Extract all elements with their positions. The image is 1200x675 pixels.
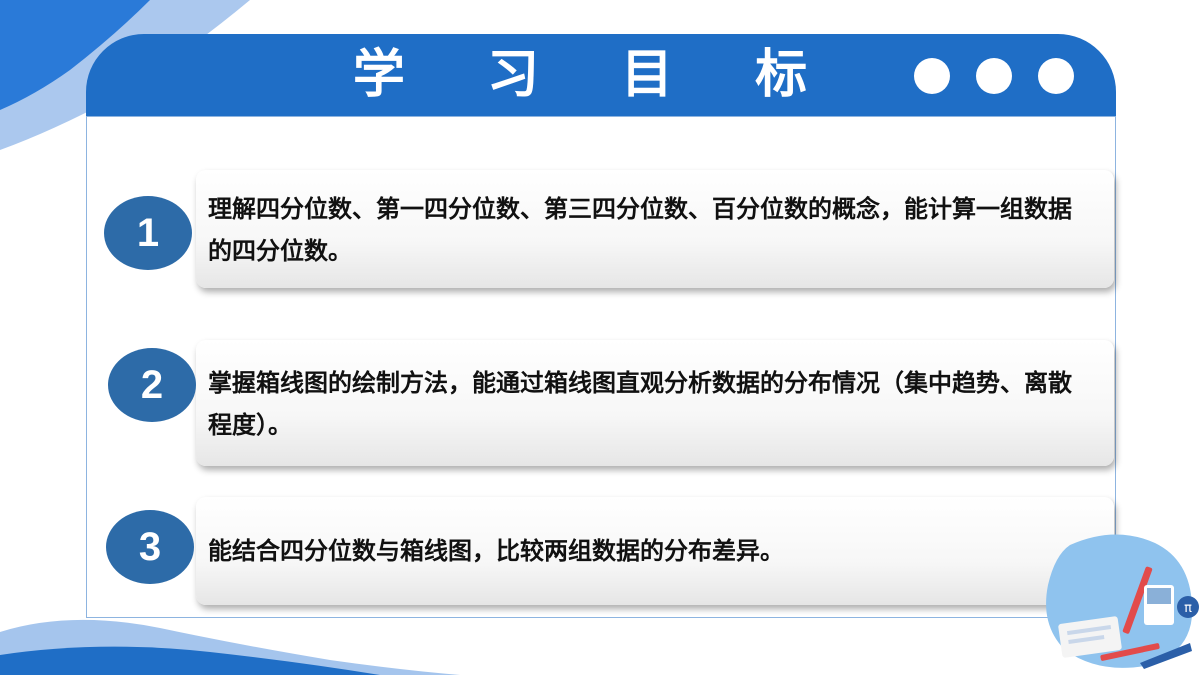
math-study-illustration-icon: π bbox=[1046, 534, 1199, 669]
goal-card-1: 理解四分位数、第一四分位数、第三四分位数、百分位数的概念，能计算一组数据的四分位… bbox=[196, 170, 1114, 288]
goal-number-2: 2 bbox=[108, 348, 196, 422]
goal-number-1: 1 bbox=[104, 196, 192, 270]
goal-text-3: 能结合四分位数与箱线图，比较两组数据的分布差异。 bbox=[208, 537, 784, 565]
title-banner: 学 习 目 标 bbox=[86, 34, 1116, 116]
goal-card-2: 掌握箱线图的绘制方法，能通过箱线图直观分析数据的分布情况（集中趋势、离散程度）。 bbox=[196, 340, 1114, 466]
banner-dot-1 bbox=[914, 58, 950, 94]
banner-dot-2 bbox=[976, 58, 1012, 94]
banner-dot-3 bbox=[1038, 58, 1074, 94]
bottom-left-blue-wave bbox=[0, 646, 380, 675]
goal-number-3: 3 bbox=[106, 510, 194, 584]
page-title: 学 习 目 标 bbox=[352, 45, 840, 105]
svg-text:π: π bbox=[1184, 601, 1192, 616]
goal-text-2: 掌握箱线图的绘制方法，能通过箱线图直观分析数据的分布情况（集中趋势、离散程度）。 bbox=[208, 369, 1072, 439]
bottom-left-light-wave bbox=[0, 619, 460, 675]
goal-text-1: 理解四分位数、第一四分位数、第三四分位数、百分位数的概念，能计算一组数据的四分位… bbox=[208, 195, 1072, 265]
goal-card-3: 能结合四分位数与箱线图，比较两组数据的分布差异。 bbox=[196, 497, 1114, 605]
